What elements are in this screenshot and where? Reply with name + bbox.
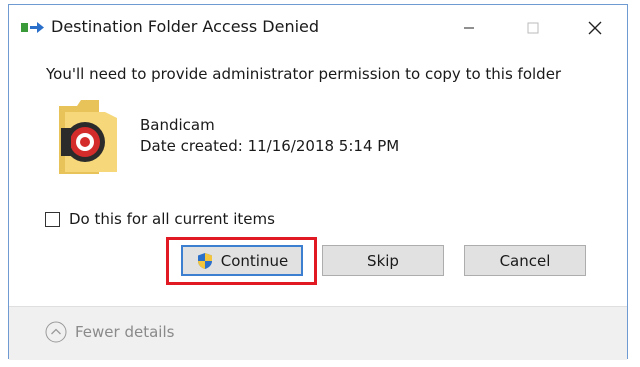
continue-button[interactable]: Continue: [181, 245, 303, 276]
close-button[interactable]: [575, 13, 615, 43]
file-date-created: Date created: 11/16/2018 5:14 PM: [140, 137, 400, 155]
maximize-button[interactable]: [513, 13, 553, 43]
copy-arrow-icon: [21, 22, 44, 33]
folder-icon: [59, 100, 117, 174]
dialog-window: Destination Folder Access Denied You'll …: [8, 4, 628, 360]
all-items-checkbox-row[interactable]: Do this for all current items: [45, 210, 275, 228]
continue-button-label: Continue: [220, 251, 289, 270]
uac-shield-icon: [197, 252, 212, 269]
permission-message: You'll need to provide administrator per…: [46, 65, 562, 83]
skip-button[interactable]: Skip: [322, 245, 444, 276]
all-items-checkbox-label[interactable]: Do this for all current items: [69, 210, 275, 228]
dialog-footer: Fewer details: [9, 306, 627, 360]
title-bar[interactable]: Destination Folder Access Denied: [9, 5, 627, 51]
chevron-up-circle-icon: [45, 321, 67, 343]
all-items-checkbox[interactable]: [45, 211, 60, 227]
maximize-icon: [527, 22, 539, 34]
file-name: Bandicam: [140, 116, 215, 134]
cancel-button[interactable]: Cancel: [464, 245, 586, 276]
window-title: Destination Folder Access Denied: [51, 17, 320, 36]
fewer-details-label: Fewer details: [75, 323, 175, 341]
minimize-button[interactable]: [449, 13, 489, 43]
fewer-details-toggle[interactable]: Fewer details: [45, 321, 174, 343]
minimize-icon: [464, 27, 474, 29]
close-icon: [588, 21, 602, 35]
